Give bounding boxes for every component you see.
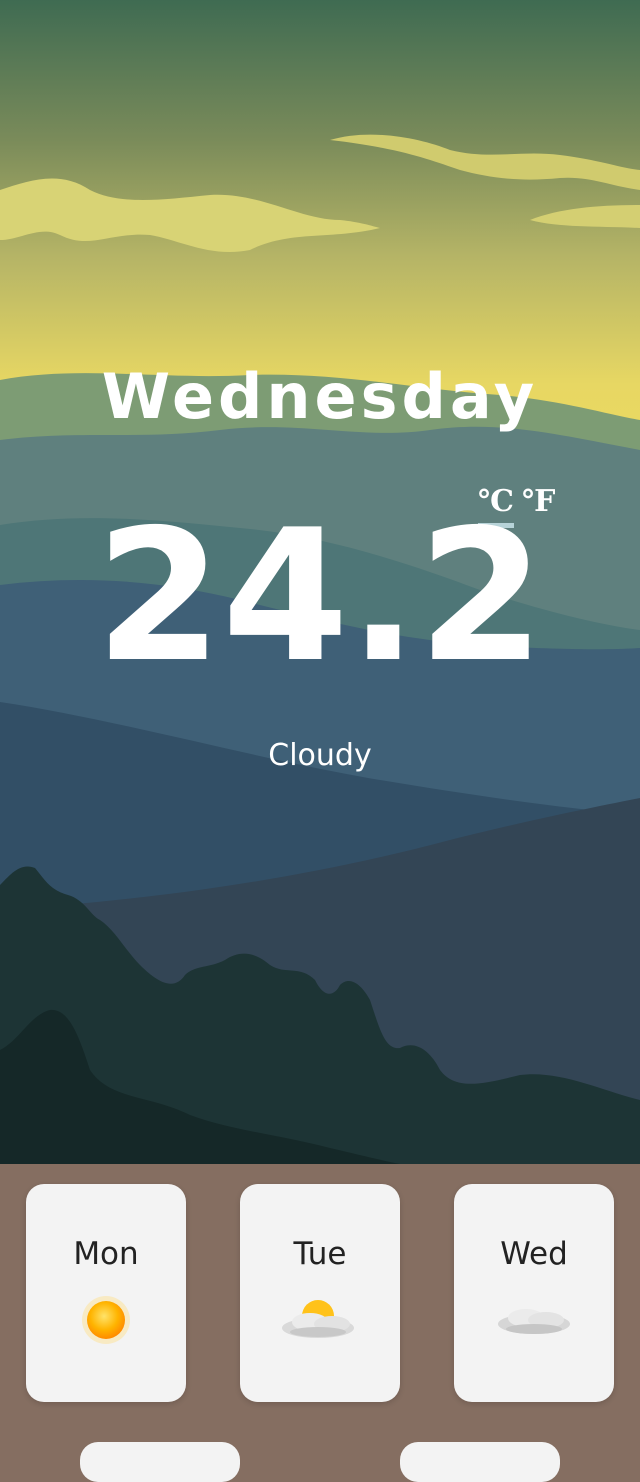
- weather-hero: Wednesday ℃ ℉ 24.2 Cloudy: [0, 0, 640, 1164]
- forecast-card-tue[interactable]: Tue: [240, 1184, 400, 1402]
- sun-icon: [82, 1296, 130, 1344]
- forecast-card-wed[interactable]: Wed: [454, 1184, 614, 1402]
- partly-cloudy-icon: [282, 1300, 354, 1338]
- forecast-card-partial[interactable]: [80, 1442, 240, 1482]
- forecast-day-label: Tue: [293, 1236, 347, 1272]
- current-condition: Cloudy: [268, 738, 372, 773]
- current-day-title: Wednesday: [101, 360, 539, 433]
- forecast-card-mon[interactable]: Mon: [26, 1184, 186, 1402]
- cloud-icon: [498, 1309, 570, 1334]
- current-temperature: 24.2: [95, 490, 545, 702]
- forecast-day-label: Wed: [500, 1236, 568, 1272]
- forecast-card-partial[interactable]: [400, 1442, 560, 1482]
- forecast-day-label: Mon: [73, 1236, 139, 1272]
